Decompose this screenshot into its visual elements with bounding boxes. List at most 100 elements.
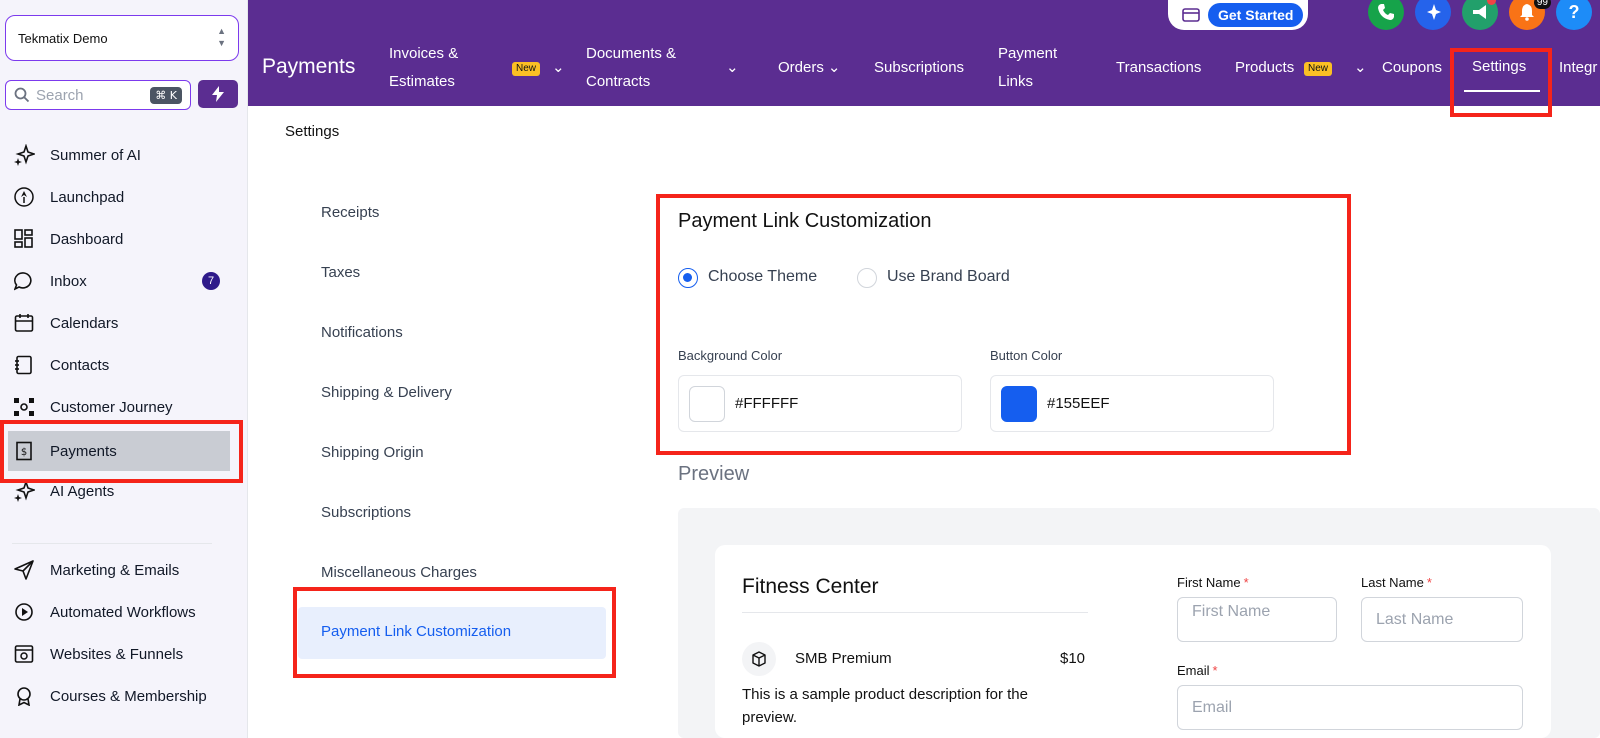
background-color-value[interactable]: #FFFFFF: [735, 395, 798, 412]
sidebar-item-marketing-emails[interactable]: Marketing & Emails: [12, 552, 232, 588]
last-name-label: Last Name *: [1361, 575, 1432, 590]
calendar-icon: [12, 311, 36, 335]
settings-menu-shipping-origin[interactable]: Shipping Origin: [321, 444, 424, 461]
tab-invoices-estimates[interactable]: Invoices & Estimates: [389, 40, 458, 96]
tab-label: Integr: [1559, 59, 1598, 76]
choose-theme-radio[interactable]: [678, 268, 698, 288]
contacts-book-icon: [12, 353, 36, 377]
email-input[interactable]: Email: [1177, 685, 1523, 730]
sidebar-item-ai-agents[interactable]: AI Agents: [12, 473, 232, 509]
sidebar-item-dashboard[interactable]: Dashboard: [12, 221, 232, 257]
sparkle-icon: [12, 479, 36, 503]
sidebar-item-launchpad[interactable]: Launchpad: [12, 179, 232, 215]
last-name-input[interactable]: Last Name: [1361, 597, 1523, 642]
tab-payment-links[interactable]: Payment Links: [998, 40, 1057, 96]
background-color-label: Background Color: [678, 348, 783, 363]
chevron-down-icon: ⌄: [827, 59, 841, 76]
button-color-field[interactable]: #155EEF: [990, 375, 1274, 432]
sidebar-item-inbox[interactable]: Inbox 7: [12, 263, 232, 299]
sidebar-item-payments[interactable]: $ Payments: [8, 431, 230, 471]
tab-settings[interactable]: Settings: [1472, 53, 1526, 81]
sidebar-item-label: Payments: [50, 442, 117, 460]
tab-label: Products: [1235, 59, 1295, 76]
first-name-label: First Name *: [1177, 575, 1249, 590]
preview-product-description: This is a sample product description for…: [742, 686, 1028, 726]
journey-icon: [12, 395, 36, 419]
sidebar-item-summer-of-ai[interactable]: Summer of AI: [12, 137, 232, 173]
settings-menu-shipping-delivery[interactable]: Shipping & Delivery: [321, 384, 452, 401]
tab-coupons[interactable]: Coupons: [1382, 54, 1442, 82]
sparkle-icon: [12, 143, 36, 167]
product-box-icon: [742, 642, 776, 676]
tab-subscriptions[interactable]: Subscriptions: [874, 54, 964, 82]
settings-menu-miscellaneous-charges[interactable]: Miscellaneous Charges: [321, 564, 477, 581]
use-brand-board-label[interactable]: Use Brand Board: [887, 268, 1010, 286]
tab-documents-contracts[interactable]: Documents & Contracts: [586, 40, 676, 96]
search-box[interactable]: Search ⌘ K: [5, 80, 191, 110]
button-color-swatch[interactable]: [1001, 385, 1037, 422]
chevron-down-icon[interactable]: ⌄: [1354, 54, 1367, 82]
sidebar-item-customer-journey[interactable]: Customer Journey: [12, 389, 232, 425]
sidebar-item-label: Websites & Funnels: [50, 645, 184, 663]
tab-label: Settings: [1472, 58, 1527, 75]
sidebar-item-automated-workflows[interactable]: Automated Workflows: [12, 594, 232, 630]
get-started-button[interactable]: Get Started: [1208, 3, 1304, 27]
website-icon: [12, 642, 36, 666]
dashboard-icon: [12, 227, 36, 251]
new-badge: New: [1304, 62, 1333, 76]
settings-menu-notifications[interactable]: Notifications: [321, 324, 403, 341]
quick-action-button[interactable]: [198, 80, 238, 108]
new-badge: New: [512, 62, 541, 76]
tab-orders[interactable]: Orders ⌄: [778, 54, 840, 82]
lightning-icon: [212, 86, 224, 102]
sidebar-item-label: Dashboard: [50, 230, 124, 248]
tab-transactions[interactable]: Transactions: [1116, 54, 1201, 82]
first-name-input[interactable]: First Name: [1177, 597, 1337, 642]
preview-product-price: $10: [1060, 650, 1086, 667]
settings-menu-taxes[interactable]: Taxes: [321, 264, 360, 281]
chevron-down-icon[interactable]: ⌄: [726, 54, 739, 82]
settings-menu-subscriptions[interactable]: Subscriptions: [321, 504, 411, 521]
get-started-widget[interactable]: Get Started: [1168, 0, 1308, 30]
preview-title: Preview: [678, 463, 750, 485]
preview-product-name: SMB Premium: [795, 650, 892, 667]
sidebar-item-label: Customer Journey: [50, 398, 173, 416]
sidebar-item-label: Automated Workflows: [50, 603, 196, 621]
sidebar-item-calendars[interactable]: Calendars: [12, 305, 232, 341]
choose-theme-label[interactable]: Choose Theme: [708, 268, 817, 286]
sidebar-item-label: Launchpad: [50, 188, 125, 206]
sidebar-item-contacts[interactable]: Contacts: [12, 347, 232, 383]
settings-menu-payment-link-customization[interactable]: Payment Link Customization: [321, 623, 511, 640]
settings-menu-receipts[interactable]: Receipts: [321, 204, 379, 221]
tab-label: Links: [998, 73, 1034, 90]
sidebar-item-websites-funnels[interactable]: Websites & Funnels: [12, 636, 232, 672]
sidebar-item-courses-membership[interactable]: Courses & Membership: [12, 678, 232, 714]
background-color-field[interactable]: #FFFFFF: [678, 375, 962, 432]
chat-bubble-icon: [12, 269, 36, 293]
sidebar-divider: [12, 543, 212, 544]
tab-label: Invoices &: [389, 45, 459, 62]
search-shortcut: ⌘ K: [150, 86, 182, 104]
tab-label: Orders: [778, 59, 824, 76]
button-color-value[interactable]: #155EEF: [1047, 395, 1110, 412]
search-icon: [14, 87, 30, 103]
notification-count: 99: [1533, 0, 1551, 9]
rocket-icon: [12, 185, 36, 209]
email-label: Email *: [1177, 663, 1218, 678]
search-input[interactable]: Search: [36, 87, 150, 104]
sidebar-item-label: Summer of AI: [50, 146, 141, 164]
button-color-label: Button Color: [990, 348, 1063, 363]
sidebar-item-label: Contacts: [50, 356, 110, 374]
tab-integrations[interactable]: Integr: [1559, 54, 1597, 82]
sidebar-item-label: Marketing & Emails: [50, 561, 180, 579]
sidebar-item-label: AI Agents: [50, 482, 115, 500]
background-color-swatch[interactable]: [689, 385, 725, 422]
sidebar-item-label: Calendars: [50, 314, 119, 332]
account-switcher[interactable]: Tekmatix Demo ▲ ▼: [5, 15, 239, 61]
chevron-down-icon[interactable]: ⌄: [552, 54, 565, 82]
send-icon: [12, 558, 36, 582]
section-title: Payments: [262, 55, 356, 78]
use-brand-board-radio[interactable]: [857, 268, 877, 288]
preview-shop-name: Fitness Center: [742, 575, 879, 598]
tab-products[interactable]: Products: [1235, 54, 1294, 82]
